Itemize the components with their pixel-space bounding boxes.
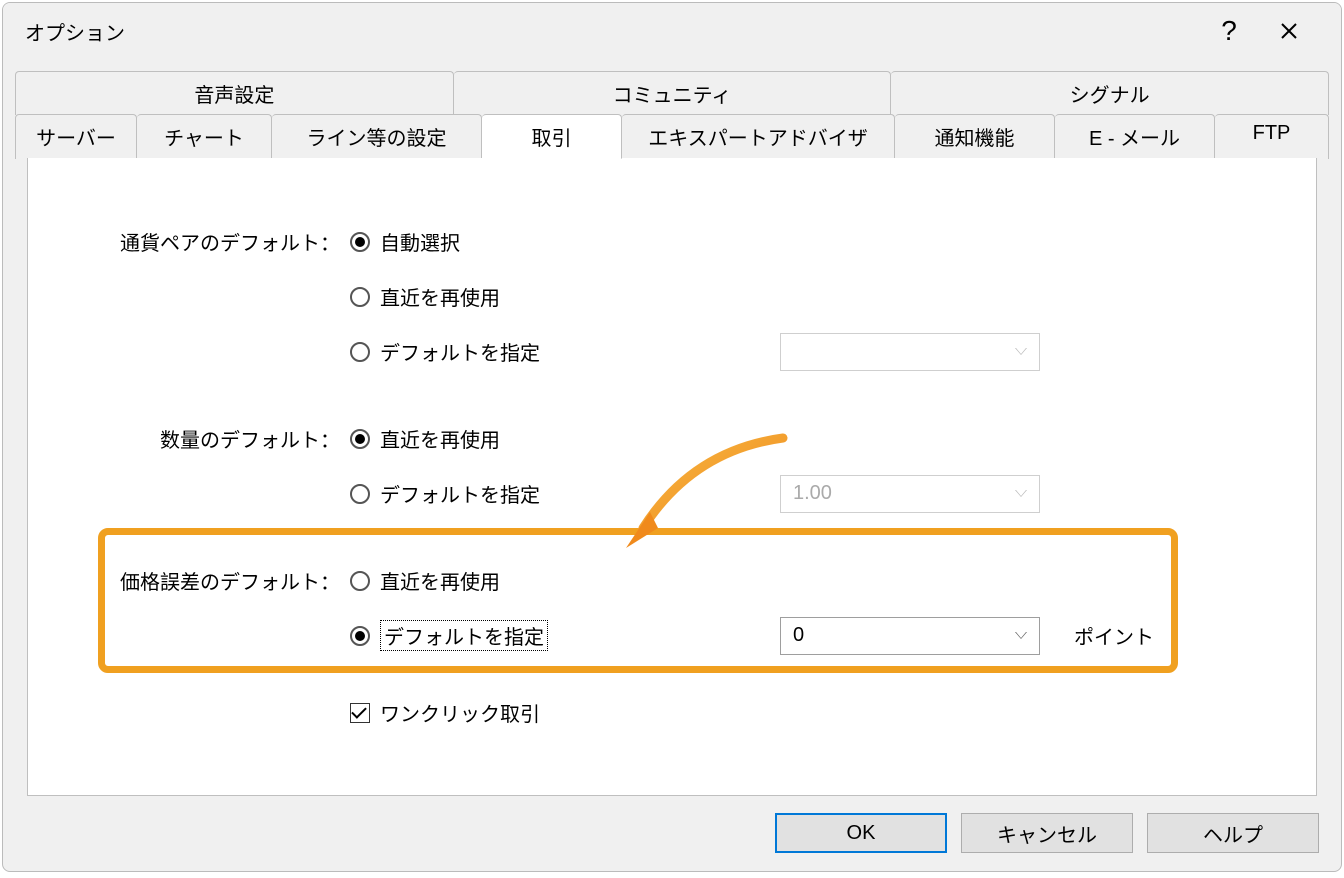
tab-audio[interactable]: 音声設定 bbox=[15, 71, 454, 115]
close-icon-button[interactable] bbox=[1259, 7, 1319, 55]
radio-symbol-default[interactable]: デフォルトを指定 bbox=[350, 337, 540, 366]
tab-line-settings[interactable]: ライン等の設定 bbox=[272, 114, 482, 159]
tab-email[interactable]: E - メール bbox=[1055, 114, 1215, 159]
row-symbol-auto: 通貨ペアのデフォルト： 自動選択 bbox=[28, 214, 1316, 269]
label-volume-default: 数量のデフォルト： bbox=[28, 424, 350, 453]
radio-volume-default[interactable]: デフォルトを指定 bbox=[350, 479, 540, 508]
tab-row-bottom: サーバー チャート ライン等の設定 取引 エキスパートアドバイザ 通知機能 E … bbox=[15, 115, 1329, 159]
radio-icon bbox=[350, 287, 370, 307]
radio-icon bbox=[350, 626, 370, 646]
chevron-down-icon bbox=[1015, 348, 1027, 355]
row-one-click: ワンクリック取引 bbox=[28, 685, 1316, 740]
row-volume-default: デフォルトを指定 1.00 bbox=[28, 466, 1316, 521]
radio-icon bbox=[350, 429, 370, 449]
label-symbol-default: 通貨ペアのデフォルト： bbox=[28, 227, 350, 256]
help-button[interactable]: ヘルプ bbox=[1147, 813, 1319, 853]
select-value: 0 bbox=[793, 624, 804, 647]
radio-label: デフォルトを指定 bbox=[380, 479, 540, 508]
radio-label: 直近を再使用 bbox=[380, 424, 500, 453]
radio-label: 自動選択 bbox=[380, 227, 460, 256]
row-deviation-default: デフォルトを指定 0 ポイント bbox=[28, 608, 1316, 663]
tab-signals[interactable]: シグナル bbox=[891, 71, 1329, 115]
select-volume-default[interactable]: 1.00 bbox=[780, 475, 1040, 513]
checkbox-icon bbox=[350, 703, 370, 723]
checkbox-one-click[interactable]: ワンクリック取引 bbox=[350, 698, 540, 727]
trade-panel: 通貨ペアのデフォルト： 自動選択 直近を再使用 bbox=[27, 158, 1317, 796]
radio-icon bbox=[350, 571, 370, 591]
tab-trade[interactable]: 取引 bbox=[482, 114, 622, 159]
row-deviation-last: 価格誤差のデフォルト： 直近を再使用 bbox=[28, 553, 1316, 608]
tab-container: 音声設定 コミュニティ シグナル サーバー チャート ライン等の設定 取引 エキ… bbox=[15, 71, 1329, 796]
tab-server[interactable]: サーバー bbox=[15, 114, 137, 159]
radio-icon bbox=[350, 232, 370, 252]
titlebar: オプション ? bbox=[3, 3, 1341, 59]
help-icon-button[interactable]: ? bbox=[1199, 7, 1259, 55]
radio-icon bbox=[350, 342, 370, 362]
window-title: オプション bbox=[25, 17, 125, 46]
label-deviation-default: 価格誤差のデフォルト： bbox=[28, 566, 350, 595]
radio-deviation-last[interactable]: 直近を再使用 bbox=[350, 566, 500, 595]
form-grid: 通貨ペアのデフォルト： 自動選択 直近を再使用 bbox=[28, 214, 1316, 795]
radio-volume-last[interactable]: 直近を再使用 bbox=[350, 424, 500, 453]
radio-symbol-last[interactable]: 直近を再使用 bbox=[350, 282, 500, 311]
radio-label: デフォルトを指定 bbox=[380, 620, 548, 651]
row-symbol-last: 直近を再使用 bbox=[28, 269, 1316, 324]
tab-row-top: 音声設定 コミュニティ シグナル bbox=[15, 71, 1329, 115]
label-deviation-unit: ポイント bbox=[1060, 621, 1154, 650]
tab-community[interactable]: コミュニティ bbox=[454, 71, 892, 115]
options-dialog: オプション ? 音声設定 コミュニティ シグナル サーバー チャート ライン等の… bbox=[2, 2, 1342, 872]
checkbox-label: ワンクリック取引 bbox=[380, 698, 540, 727]
tab-notifications[interactable]: 通知機能 bbox=[895, 114, 1055, 159]
cancel-button[interactable]: キャンセル bbox=[961, 813, 1133, 853]
radio-label: 直近を再使用 bbox=[380, 566, 500, 595]
radio-symbol-auto[interactable]: 自動選択 bbox=[350, 227, 460, 256]
chevron-down-icon bbox=[1015, 632, 1027, 639]
row-volume-last: 数量のデフォルト： 直近を再使用 bbox=[28, 411, 1316, 466]
radio-deviation-default[interactable]: デフォルトを指定 bbox=[350, 620, 548, 651]
radio-icon bbox=[350, 484, 370, 504]
radio-label: デフォルトを指定 bbox=[380, 337, 540, 366]
radio-label: 直近を再使用 bbox=[380, 282, 500, 311]
chevron-down-icon bbox=[1015, 490, 1027, 497]
select-symbol-default[interactable] bbox=[780, 333, 1040, 371]
row-symbol-default: デフォルトを指定 bbox=[28, 324, 1316, 379]
tab-ftp[interactable]: FTP bbox=[1215, 114, 1329, 159]
tab-chart[interactable]: チャート bbox=[137, 114, 272, 159]
select-value: 1.00 bbox=[793, 482, 832, 505]
ok-button[interactable]: OK bbox=[775, 813, 947, 853]
button-bar: OK キャンセル ヘルプ bbox=[775, 813, 1319, 853]
select-deviation-default[interactable]: 0 bbox=[780, 617, 1040, 655]
tab-expert-advisor[interactable]: エキスパートアドバイザ bbox=[622, 114, 895, 159]
close-icon bbox=[1280, 22, 1298, 40]
